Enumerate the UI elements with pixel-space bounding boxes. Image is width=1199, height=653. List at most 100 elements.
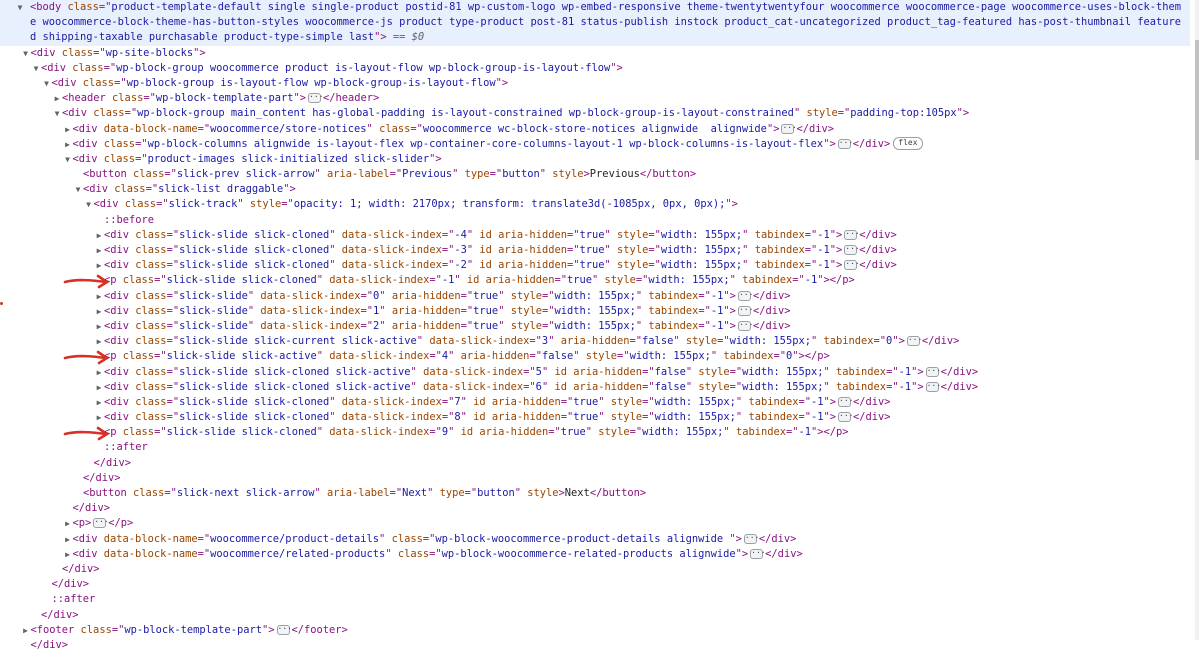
attribute-value[interactable]: wp-block-woocommerce-related-products al… <box>442 548 736 560</box>
attribute-value[interactable]: -1 <box>817 259 830 271</box>
attribute-name[interactable]: id <box>467 274 480 286</box>
attribute-name[interactable]: data-block-name <box>104 123 198 135</box>
attribute-name[interactable]: tabindex <box>648 320 698 332</box>
dom-node-row[interactable]: </div> <box>0 638 1190 653</box>
attribute-name[interactable]: class <box>135 290 166 302</box>
attribute-value[interactable]: -1 <box>799 426 812 438</box>
attribute-name[interactable]: data-slick-index <box>423 366 523 378</box>
dom-node-row[interactable]: ▶ <p> ···</p> <box>0 516 1190 531</box>
attribute-value[interactable]: width: 155px; <box>661 259 742 271</box>
dom-node-row[interactable]: ▼ <div class="slick-list draggable"> <box>0 182 1190 197</box>
dom-node-row[interactable]: ▼ <body class="product-template-default s… <box>0 0 1190 46</box>
ellipsis-expand-button[interactable]: ··· <box>750 548 766 559</box>
attribute-name[interactable]: id <box>479 259 492 271</box>
attribute-name[interactable]: aria-hidden <box>492 411 561 423</box>
dom-node-row[interactable]: ▶ <div class="wp-block-columns alignwide … <box>0 137 1190 152</box>
attribute-name[interactable]: class <box>62 47 93 59</box>
attribute-name[interactable]: class <box>392 533 423 545</box>
dom-node-row[interactable]: ▶ <div data-block-name="woocommerce/relat… <box>0 547 1190 562</box>
ellipsis-expand-button[interactable]: ··· <box>737 290 753 301</box>
attribute-value[interactable]: slick-slide slick-cloned <box>179 396 329 408</box>
dom-node-row[interactable]: ▶ <div data-block-name="woocommerce/produ… <box>0 532 1190 547</box>
attribute-name[interactable]: tabindex <box>648 305 698 317</box>
attribute-name[interactable]: aria-hidden <box>492 396 561 408</box>
attribute-name[interactable]: style <box>611 411 642 423</box>
attribute-name[interactable]: aria-hidden <box>561 335 630 347</box>
attribute-value[interactable]: -1 <box>817 229 830 241</box>
attribute-value[interactable]: -3 <box>454 244 467 256</box>
attribute-value[interactable]: button <box>502 168 540 180</box>
dom-node-row[interactable]: ▶ <header class="wp-block-template-part">… <box>0 91 1190 106</box>
attribute-name[interactable]: style <box>250 198 281 210</box>
collapse-triangle-icon[interactable]: ▶ <box>63 532 73 547</box>
attribute-name[interactable]: data-slick-index <box>429 335 529 347</box>
collapse-triangle-icon[interactable]: ▶ <box>94 304 104 319</box>
collapse-triangle-icon[interactable]: ▶ <box>94 243 104 258</box>
attribute-value[interactable]: false <box>655 381 686 393</box>
dom-node-row[interactable]: ▶ <footer class="wp-block-template-part">… <box>0 623 1190 638</box>
attribute-name[interactable]: class <box>135 259 166 271</box>
collapse-triangle-icon[interactable]: ▶ <box>63 137 73 152</box>
dom-node-row[interactable]: <button class="slick-prev slick-arrow" a… <box>0 167 1190 182</box>
dom-node-row[interactable]: </div> <box>0 577 1190 592</box>
attribute-name[interactable]: style <box>527 487 558 499</box>
ellipsis-expand-button[interactable]: ··· <box>844 245 860 256</box>
collapse-triangle-icon[interactable]: ▶ <box>94 289 104 304</box>
attribute-value[interactable]: wp-block-group main_content has-global-p… <box>137 107 794 119</box>
attribute-name[interactable]: style <box>605 274 636 286</box>
collapse-triangle-icon[interactable]: ▶ <box>94 380 104 395</box>
attribute-value[interactable]: width: 155px; <box>742 366 823 378</box>
attribute-value[interactable]: slick-slide slick-cloned <box>167 274 317 286</box>
collapse-triangle-icon[interactable]: ▶ <box>63 547 73 562</box>
ellipsis-expand-button[interactable]: ··· <box>838 396 853 407</box>
attribute-name[interactable]: style <box>698 366 729 378</box>
attribute-name[interactable]: data-slick-index <box>342 259 442 271</box>
attribute-name[interactable]: aria-hidden <box>573 366 642 378</box>
attribute-name[interactable]: style <box>511 305 542 317</box>
attribute-name[interactable]: data-slick-index <box>342 396 442 408</box>
attribute-value[interactable]: opacity: 1; width: 2170px; transform: tr… <box>294 198 726 210</box>
expand-triangle-icon[interactable]: ▼ <box>73 182 83 197</box>
dom-node-row[interactable]: ▶ <div class="slick-slide slick-cloned" d… <box>0 243 1190 258</box>
collapse-triangle-icon[interactable]: ▶ <box>94 334 104 349</box>
dom-node-row[interactable]: ▶ <div class="slick-slide slick-cloned" d… <box>0 410 1190 425</box>
attribute-name[interactable]: aria-label <box>327 487 390 499</box>
attribute-name[interactable]: style <box>698 381 729 393</box>
attribute-name[interactable]: class <box>135 411 166 423</box>
ellipsis-expand-button[interactable]: ··· <box>844 260 860 271</box>
attribute-value[interactable]: slick-slide slick-cloned <box>179 259 329 271</box>
attribute-name[interactable]: style <box>806 107 837 119</box>
ellipsis-expand-button[interactable]: ··· <box>276 624 292 635</box>
ellipsis-expand-button[interactable]: ··· <box>737 305 753 316</box>
dom-node-row[interactable]: ▶ <div class="slick-slide slick-current s… <box>0 334 1190 349</box>
attribute-value[interactable]: -1 <box>899 381 912 393</box>
pseudo-element[interactable]: ::before <box>104 214 154 226</box>
dom-node-row[interactable]: ▼ <div class="wp-block-group is-layout-fl… <box>0 76 1190 91</box>
attribute-value[interactable]: false <box>542 350 573 362</box>
attribute-value[interactable]: -1 <box>805 274 818 286</box>
attribute-name[interactable]: aria-hidden <box>392 305 461 317</box>
attribute-name[interactable]: class <box>125 198 156 210</box>
dom-node-row[interactable]: ▼ <div class="wp-site-blocks"> <box>0 46 1190 61</box>
ellipsis-expand-button[interactable]: ··· <box>743 533 759 544</box>
attribute-value[interactable]: wp-block-columns alignwide is-layout-fle… <box>148 138 824 150</box>
attribute-name[interactable]: style <box>617 229 648 241</box>
attribute-name[interactable]: data-slick-index <box>260 290 360 302</box>
attribute-name[interactable]: tabindex <box>748 396 798 408</box>
attribute-value[interactable]: width: 155px; <box>661 244 742 256</box>
attribute-value[interactable]: -1 <box>711 320 724 332</box>
expand-triangle-icon[interactable]: ▼ <box>63 152 73 167</box>
attribute-value[interactable]: slick-slide <box>179 290 248 302</box>
attribute-name[interactable]: data-slick-index <box>423 381 523 393</box>
ellipsis-expand-button[interactable]: ··· <box>781 123 797 134</box>
dom-node-row[interactable]: </div> <box>0 608 1190 623</box>
attribute-name[interactable]: tabindex <box>755 229 805 241</box>
attribute-value[interactable]: product-images slick-initialized slick-s… <box>148 153 430 165</box>
attribute-value[interactable]: width: 155px; <box>555 290 636 302</box>
attribute-value[interactable]: slick-slide slick-cloned slick-active <box>179 366 410 378</box>
dom-node-row[interactable]: <p class="slick-slide slick-active" data… <box>0 349 1190 365</box>
attribute-name[interactable]: style <box>686 335 717 347</box>
dom-node-row[interactable]: ▶ <div class="slick-slide slick-cloned" d… <box>0 258 1190 273</box>
collapse-triangle-icon[interactable]: ▶ <box>94 319 104 334</box>
ellipsis-expand-button[interactable]: ··· <box>737 320 753 331</box>
